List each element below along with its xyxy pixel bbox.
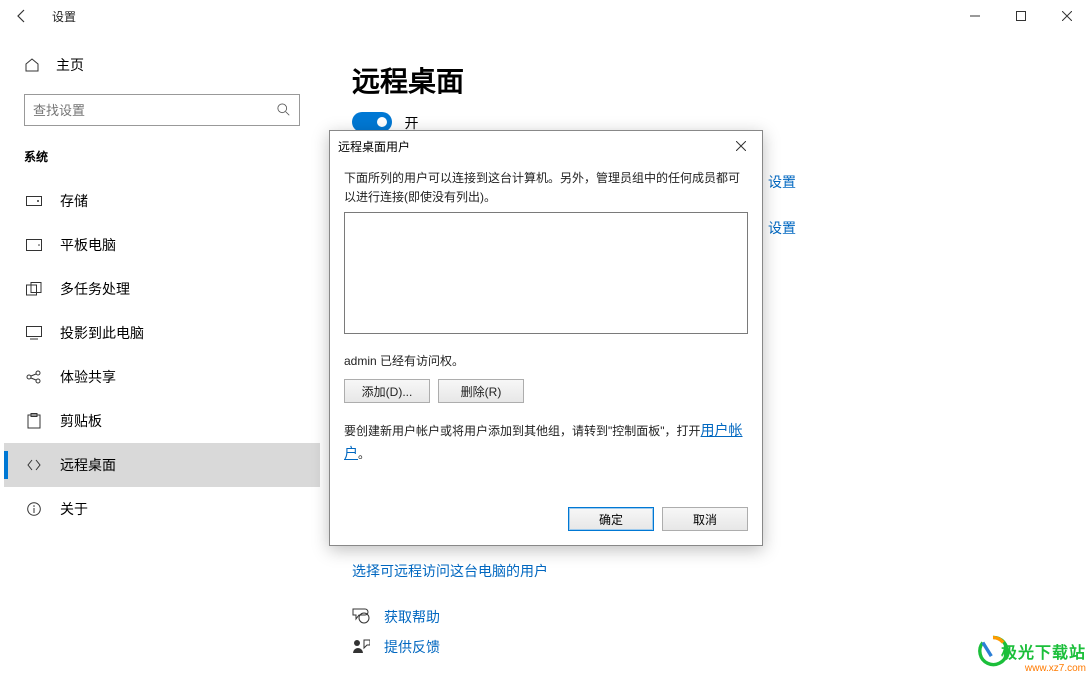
sidebar-item-label: 投影到此电脑 bbox=[60, 323, 144, 343]
watermark-url: www.xz7.com bbox=[1001, 663, 1086, 674]
clipboard-icon bbox=[26, 413, 42, 429]
sidebar: 主页 系统 存储 平板电脑 多任务处理 投影到此电脑 体验共享 bbox=[0, 32, 320, 676]
access-info: admin 已经有访问权。 bbox=[344, 352, 748, 369]
close-button[interactable] bbox=[1044, 0, 1090, 32]
remote-users-dialog: 远程桌面用户 下面所列的用户可以连接到这台计算机。另外，管理员组中的任何成员都可… bbox=[329, 130, 763, 546]
ok-button[interactable]: 确定 bbox=[568, 507, 654, 531]
minimize-button[interactable] bbox=[952, 0, 998, 32]
projecting-icon bbox=[26, 326, 42, 340]
add-button[interactable]: 添加(D)... bbox=[344, 379, 430, 403]
window-title: 设置 bbox=[44, 8, 76, 25]
back-button[interactable] bbox=[0, 0, 44, 32]
search-icon bbox=[277, 103, 291, 117]
page-title: 远程桌面 bbox=[352, 60, 1050, 100]
about-icon bbox=[26, 502, 42, 516]
get-help-row[interactable]: 获取帮助 bbox=[352, 607, 1050, 627]
create-prefix: 要创建新用户帐户或将用户添加到其他组，请转到"控制面板"，打开 bbox=[344, 424, 701, 438]
feedback-icon bbox=[352, 638, 370, 657]
sidebar-home[interactable]: 主页 bbox=[4, 46, 320, 84]
sidebar-item-label: 平板电脑 bbox=[60, 235, 116, 255]
select-users-link[interactable]: 选择可远程访问这台电脑的用户 bbox=[352, 561, 548, 581]
sidebar-item-shared[interactable]: 体验共享 bbox=[4, 355, 320, 399]
multitask-icon bbox=[26, 282, 42, 296]
settings-link-2[interactable]: 设置 bbox=[768, 218, 796, 238]
sidebar-item-multitask[interactable]: 多任务处理 bbox=[4, 267, 320, 311]
tablet-icon bbox=[26, 239, 42, 251]
remote-desktop-icon bbox=[26, 458, 42, 472]
sidebar-item-label: 多任务处理 bbox=[60, 279, 130, 299]
dialog-description: 下面所列的用户可以连接到这台计算机。另外，管理员组中的任何成员都可以进行连接(即… bbox=[344, 169, 748, 206]
user-listbox[interactable] bbox=[344, 212, 748, 334]
sidebar-item-label: 存储 bbox=[60, 191, 88, 211]
search-input[interactable] bbox=[33, 103, 277, 118]
sidebar-item-clipboard[interactable]: 剪贴板 bbox=[4, 399, 320, 443]
cancel-button[interactable]: 取消 bbox=[662, 507, 748, 531]
storage-icon bbox=[26, 196, 42, 206]
close-icon bbox=[1062, 11, 1072, 21]
feedback-link[interactable]: 提供反馈 bbox=[384, 637, 440, 657]
sidebar-item-about[interactable]: 关于 bbox=[4, 487, 320, 531]
sidebar-item-projecting[interactable]: 投影到此电脑 bbox=[4, 311, 320, 355]
home-icon bbox=[24, 57, 40, 73]
sidebar-section-title: 系统 bbox=[4, 148, 320, 179]
sidebar-item-label: 体验共享 bbox=[60, 367, 116, 387]
sidebar-item-tablet[interactable]: 平板电脑 bbox=[4, 223, 320, 267]
dialog-close-button[interactable] bbox=[726, 132, 756, 160]
create-account-text: 要创建新用户帐户或将用户添加到其他组，请转到"控制面板"，打开用户帐户。 bbox=[344, 419, 748, 464]
get-help-link[interactable]: 获取帮助 bbox=[384, 607, 440, 627]
sidebar-item-storage[interactable]: 存储 bbox=[4, 179, 320, 223]
sidebar-item-label: 远程桌面 bbox=[60, 455, 116, 475]
sidebar-item-label: 剪贴板 bbox=[60, 411, 102, 431]
sidebar-item-label: 关于 bbox=[60, 499, 88, 519]
maximize-icon bbox=[1016, 11, 1026, 21]
arrow-left-icon bbox=[14, 8, 30, 24]
shared-icon bbox=[26, 370, 42, 384]
enable-toggle[interactable] bbox=[352, 112, 392, 132]
maximize-button[interactable] bbox=[998, 0, 1044, 32]
watermark: 极光下载站 www.xz7.com bbox=[1001, 639, 1086, 674]
search-input-wrap[interactable] bbox=[24, 94, 300, 126]
close-icon bbox=[736, 141, 746, 151]
dialog-title: 远程桌面用户 bbox=[338, 138, 410, 155]
watermark-title: 极光下载站 bbox=[1001, 639, 1086, 663]
sidebar-item-remote-desktop[interactable]: 远程桌面 bbox=[4, 443, 320, 487]
settings-link-1[interactable]: 设置 bbox=[768, 172, 796, 192]
minimize-icon bbox=[970, 11, 980, 21]
remove-button[interactable]: 删除(R) bbox=[438, 379, 524, 403]
create-suffix: 。 bbox=[358, 447, 370, 461]
feedback-row[interactable]: 提供反馈 bbox=[352, 637, 1050, 657]
help-icon bbox=[352, 608, 370, 627]
sidebar-home-label: 主页 bbox=[56, 55, 84, 75]
